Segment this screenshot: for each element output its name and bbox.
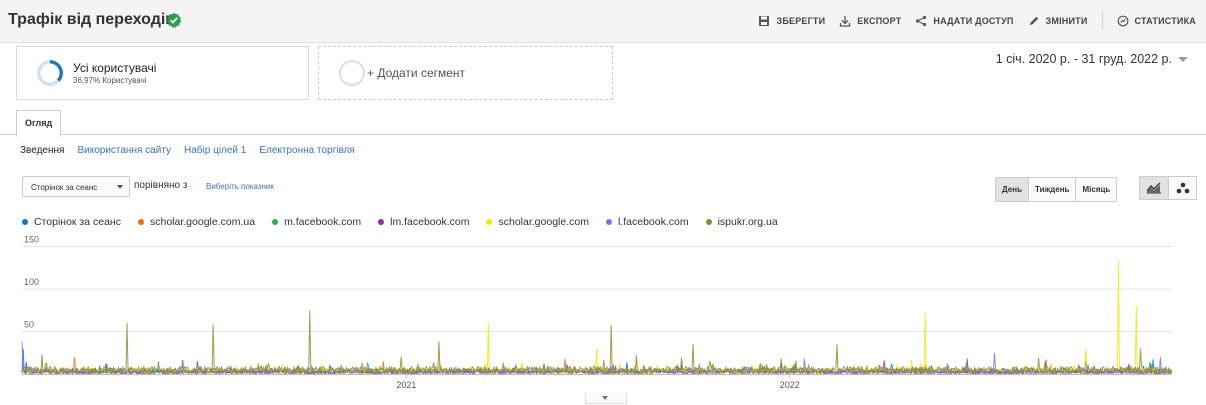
legend-item: scholar.google.com	[486, 216, 589, 228]
save-icon	[759, 16, 770, 26]
chart-expand-handle[interactable]	[585, 393, 627, 404]
y-tick-label: 150	[24, 235, 39, 245]
share-label: НАДАТИ ДОСТУП	[933, 16, 1014, 26]
chevron-down-icon	[117, 185, 123, 189]
segment-subtitle: 36,97% Користувачі	[73, 76, 147, 85]
insights-button[interactable]: СТАТИСТИКА	[1117, 15, 1196, 27]
chevron-down-icon	[602, 396, 608, 400]
legend-label: Сторінок за сеанс	[34, 216, 121, 228]
legend-label: m.facebook.com	[284, 216, 362, 228]
legend-dot-icon	[605, 219, 612, 225]
granularity-day-button[interactable]: День	[996, 178, 1028, 201]
legend-label: scholar.google.com.ua	[149, 216, 256, 228]
share-icon	[916, 15, 927, 27]
x-tick-label: 2021	[396, 380, 416, 390]
legend-item: ispukr.org.ua	[705, 216, 778, 228]
report-actions: ЗБЕРЕГТИ ЕКСПОРТ НАДАТИ ДОСТУП ЗМІНИТИ С…	[744, 0, 1196, 42]
save-button[interactable]: ЗБЕРЕГТИ	[758, 15, 825, 27]
subtab-summary[interactable]: Зведення	[20, 145, 64, 156]
stats-label: СТАТИСТИКА	[1134, 16, 1196, 26]
line-chart-icon	[1146, 182, 1161, 194]
chart-type-toggle	[1139, 176, 1197, 200]
segment-ring-icon	[37, 60, 63, 86]
pencil-icon	[1029, 16, 1038, 25]
select-metric-link[interactable]: Виберіть показник	[206, 182, 274, 191]
metric-select-value: Сторінок за сеанс	[31, 183, 98, 192]
y-tick-label: 100	[24, 277, 39, 287]
legend-label: lm.facebook.com	[390, 216, 470, 228]
legend-label: scholar.google.com	[498, 216, 589, 228]
granularity-toggle: День Тиждень Місяць	[995, 177, 1118, 202]
motion-chart-view-button[interactable]	[1168, 176, 1197, 200]
legend-item: m.facebook.com	[272, 216, 361, 228]
legend-dot-icon	[272, 219, 279, 225]
tab-bar-line	[0, 134, 1206, 135]
legend-dot-icon	[137, 219, 144, 225]
add-segment-button[interactable]: + Додати сегмент	[318, 46, 613, 100]
line-chart-view-button[interactable]	[1139, 176, 1168, 200]
y-tick-label: 50	[24, 320, 34, 330]
granularity-week-button[interactable]: Тиждень	[1028, 178, 1076, 201]
chevron-down-icon	[1178, 56, 1188, 62]
legend-item: Сторінок за сеанс	[22, 216, 121, 228]
download-icon	[840, 16, 851, 27]
empty-segment-icon	[339, 60, 365, 86]
metric-select[interactable]: Сторінок за сеанс	[22, 176, 130, 197]
insights-icon	[1117, 15, 1128, 27]
scatter-icon	[1176, 182, 1189, 194]
edit-button[interactable]: ЗМІНИТИ	[1028, 15, 1088, 27]
legend-item: scholar.google.com.ua	[137, 216, 256, 228]
report-header: Трафік від переходів ЗБЕРЕГТИ ЕКСПОРТ НА…	[0, 0, 1206, 43]
tab-overview[interactable]: Огляд	[16, 110, 62, 137]
legend-item: lm.facebook.com	[378, 216, 469, 228]
subtab-goal-set[interactable]: Набір цілей 1	[184, 145, 246, 156]
legend-dot-icon	[22, 219, 28, 225]
legend-item: l.facebook.com	[605, 216, 689, 228]
chart-legend: Сторінок за сеанс scholar.google.com.ua m.…	[22, 216, 795, 228]
verified-check-icon	[166, 12, 182, 28]
export-label: ЕКСПОРТ	[857, 16, 902, 26]
page-title: Трафік від переходів	[8, 11, 176, 28]
export-button[interactable]: ЕКСПОРТ	[839, 15, 901, 27]
report-subtabs: Зведення Використання сайту Набір цілей …	[20, 145, 368, 156]
divider	[1101, 13, 1103, 29]
subtab-site-usage[interactable]: Використання сайту	[77, 145, 171, 156]
subtab-ecommerce[interactable]: Електронна торгівля	[259, 145, 354, 156]
compare-label: порівняно з	[134, 180, 188, 191]
add-segment-label: + Додати сегмент	[367, 66, 466, 80]
segment-title: Усі користувачі	[73, 61, 157, 75]
traffic-line-chart: 50 100 150 2021 2022	[21, 235, 1173, 390]
legend-dot-icon	[486, 219, 493, 225]
x-tick-label: 2022	[780, 380, 800, 390]
save-label: ЗБЕРЕГТИ	[776, 16, 826, 26]
edit-label: ЗМІНИТИ	[1045, 16, 1088, 26]
legend-dot-icon	[705, 219, 712, 225]
legend-label: ispukr.org.ua	[717, 216, 778, 228]
date-range-label: 1 січ. 2020 р. - 31 груд. 2022 р.	[995, 52, 1172, 66]
segment-all-users[interactable]: Усі користувачі 36,97% Користувачі	[16, 46, 309, 100]
granularity-month-button[interactable]: Місяць	[1075, 178, 1117, 201]
legend-label: l.facebook.com	[617, 216, 689, 228]
share-button[interactable]: НАДАТИ ДОСТУП	[915, 15, 1013, 27]
legend-dot-icon	[378, 219, 385, 225]
series-line	[21, 260, 1173, 376]
date-range-picker[interactable]: 1 січ. 2020 р. - 31 груд. 2022 р.	[996, 52, 1188, 66]
